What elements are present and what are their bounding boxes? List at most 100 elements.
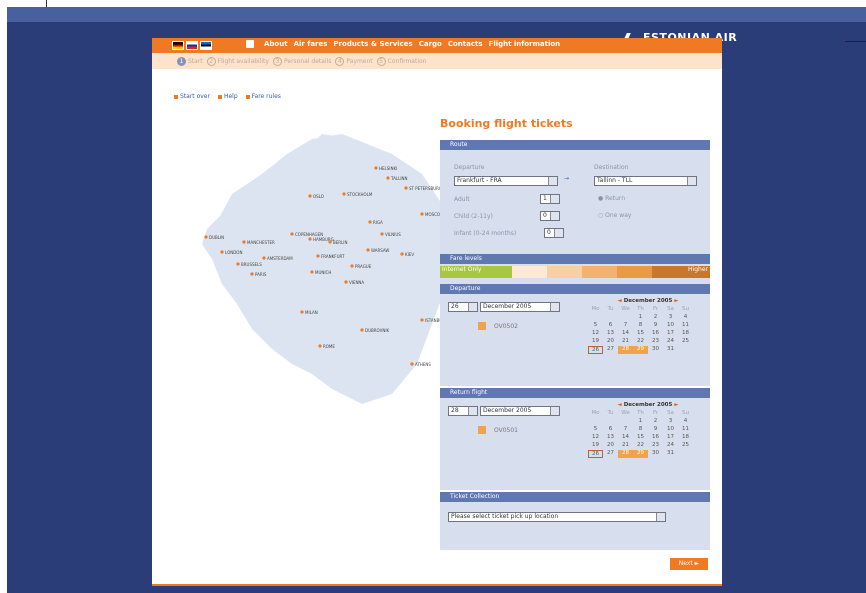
calendar-day[interactable]: 12	[588, 330, 603, 336]
city-label[interactable]: FRANKFURT	[321, 254, 345, 259]
nav-item-contacts[interactable]: Contacts	[448, 40, 483, 48]
calendar-day[interactable]: 18	[678, 330, 693, 336]
one-way-radio[interactable]: ○ One way	[598, 212, 631, 219]
calendar-day[interactable]: 18	[678, 434, 693, 440]
city-label[interactable]: PRAGUE	[355, 264, 372, 269]
calendar-day[interactable]: 19	[588, 338, 603, 344]
nav-item-about[interactable]: About	[264, 40, 288, 48]
calendar-day[interactable]: 6	[603, 426, 618, 432]
city-label[interactable]: OSLO	[313, 194, 324, 199]
city-marker[interactable]	[308, 237, 312, 241]
calendar-day[interactable]	[678, 346, 693, 354]
calendar-day[interactable]: 14	[618, 434, 633, 440]
calendar-day[interactable]: 27	[603, 346, 618, 354]
city-label[interactable]: BERLIN	[333, 240, 347, 245]
city-marker[interactable]	[242, 240, 246, 244]
return-radio[interactable]: ● Return	[598, 195, 625, 202]
calendar-day[interactable]: 24	[663, 338, 678, 344]
calendar-day[interactable]: 15	[633, 330, 648, 336]
calendar-day[interactable]: 2	[648, 314, 663, 320]
next-month-icon[interactable]: ►	[674, 298, 678, 304]
calendar-day[interactable]: 16	[648, 434, 663, 440]
calendar-day[interactable]: 15	[633, 434, 648, 440]
calendar-day-available[interactable]: 28	[618, 450, 633, 458]
adult-select[interactable]: 1	[540, 194, 560, 204]
infant-select[interactable]: 0	[544, 228, 564, 238]
calendar-day[interactable]: 11	[678, 322, 693, 328]
departure-flight-number[interactable]: OV0502	[494, 323, 518, 330]
city-marker[interactable]	[204, 235, 208, 239]
city-marker[interactable]	[366, 248, 370, 252]
city-marker[interactable]	[308, 194, 312, 198]
calendar-day[interactable]: 21	[618, 442, 633, 448]
city-marker[interactable]	[310, 270, 314, 274]
city-marker[interactable]	[374, 166, 378, 170]
city-label[interactable]: ROME	[323, 344, 335, 349]
calendar-day[interactable]: 23	[648, 442, 663, 448]
calendar-day-selected[interactable]: 26	[588, 346, 603, 354]
calendar-day-available[interactable]: 29	[633, 346, 648, 354]
calendar-day[interactable]	[618, 418, 633, 424]
city-marker[interactable]	[386, 176, 390, 180]
calendar-day[interactable]: 6	[603, 322, 618, 328]
return-month-select[interactable]: December 2005	[480, 406, 560, 416]
flag-estonian-icon[interactable]	[200, 41, 212, 50]
city-marker[interactable]	[380, 232, 384, 236]
city-marker[interactable]	[262, 256, 266, 260]
city-marker[interactable]	[368, 220, 372, 224]
calendar-day[interactable]: 25	[678, 338, 693, 344]
calendar-day[interactable]: 4	[678, 314, 693, 320]
calendar-day[interactable]: 11	[678, 426, 693, 432]
city-marker[interactable]	[342, 192, 346, 196]
calendar-day[interactable]: 14	[618, 330, 633, 336]
city-marker[interactable]	[360, 328, 364, 332]
calendar-day[interactable]: 5	[588, 322, 603, 328]
nav-item-products[interactable]: Products & Services	[333, 40, 412, 48]
return-flight-number[interactable]: OV0501	[494, 427, 518, 434]
city-marker[interactable]	[250, 272, 254, 276]
calendar-day[interactable]: 7	[618, 426, 633, 432]
calendar-day[interactable]	[588, 418, 603, 424]
city-label[interactable]: MANCHESTER	[247, 240, 275, 245]
city-label[interactable]: LONDON	[225, 250, 242, 255]
calendar-day[interactable]: 20	[603, 442, 618, 448]
city-marker[interactable]	[410, 362, 414, 366]
departure-month-select[interactable]: December 2005	[480, 302, 560, 312]
calendar-day[interactable]: 1	[633, 314, 648, 320]
calendar-day[interactable]: 23	[648, 338, 663, 344]
return-day-select[interactable]: 28	[448, 406, 478, 416]
flag-german-icon[interactable]	[172, 41, 184, 50]
city-label[interactable]: PARIS	[255, 272, 267, 277]
city-marker[interactable]	[400, 252, 404, 256]
calendar-day[interactable]: 12	[588, 434, 603, 440]
child-select[interactable]: 0	[540, 211, 560, 221]
flag-russian-icon[interactable]	[186, 41, 198, 50]
city-label[interactable]: RIGA	[373, 220, 383, 225]
city-label[interactable]: MUNICH	[315, 270, 331, 275]
calendar-day[interactable]: 3	[663, 418, 678, 424]
calendar-day[interactable]: 22	[633, 442, 648, 448]
calendar-day-available[interactable]: 29	[633, 450, 648, 458]
city-marker[interactable]	[328, 240, 332, 244]
city-label[interactable]: KIEV	[405, 252, 414, 257]
city-marker[interactable]	[350, 264, 354, 268]
calendar-day[interactable]: 16	[648, 330, 663, 336]
city-marker[interactable]	[318, 344, 322, 348]
city-marker[interactable]	[236, 262, 240, 266]
city-marker[interactable]	[420, 212, 424, 216]
calendar-day[interactable]: 31	[663, 450, 678, 458]
calendar-day[interactable]: 21	[618, 338, 633, 344]
ticket-pickup-select[interactable]: Please select ticket pick up location	[448, 512, 666, 522]
calendar-day[interactable]	[603, 314, 618, 320]
nav-item-flight-info[interactable]: Flight information	[489, 40, 561, 48]
calendar-day[interactable]: 30	[648, 450, 663, 458]
calendar-day[interactable]: 20	[603, 338, 618, 344]
calendar-day[interactable]: 8	[633, 426, 648, 432]
city-label[interactable]: BRUSSELS	[241, 262, 262, 267]
nav-item-cargo[interactable]: Cargo	[419, 40, 442, 48]
calendar-day[interactable]: 27	[603, 450, 618, 458]
calendar-day[interactable]: 24	[663, 442, 678, 448]
fare-level-bar[interactable]: Internet Only Higher	[440, 266, 710, 278]
calendar-day-selected[interactable]: 26	[588, 450, 603, 458]
calendar-day[interactable]: 17	[663, 330, 678, 336]
